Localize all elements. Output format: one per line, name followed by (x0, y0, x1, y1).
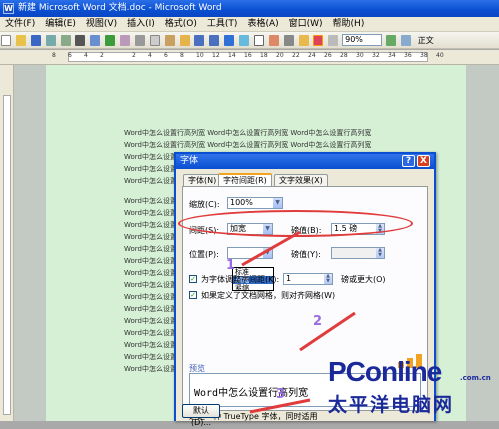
annotation-number-3: 3 (276, 387, 286, 402)
watermark-domain: .com.cn (460, 374, 491, 382)
arrow-1 (241, 230, 301, 267)
watermark: PConline .com.cn 太平洋电脑网 (300, 350, 499, 421)
watermark-chinese-name: 太平洋电脑网 (328, 394, 455, 416)
annotation-number-1: 1 (226, 258, 236, 273)
annotation-number-2: 2 (313, 314, 323, 329)
arrow-2 (299, 311, 356, 352)
watermark-brand: PConline (328, 356, 442, 387)
